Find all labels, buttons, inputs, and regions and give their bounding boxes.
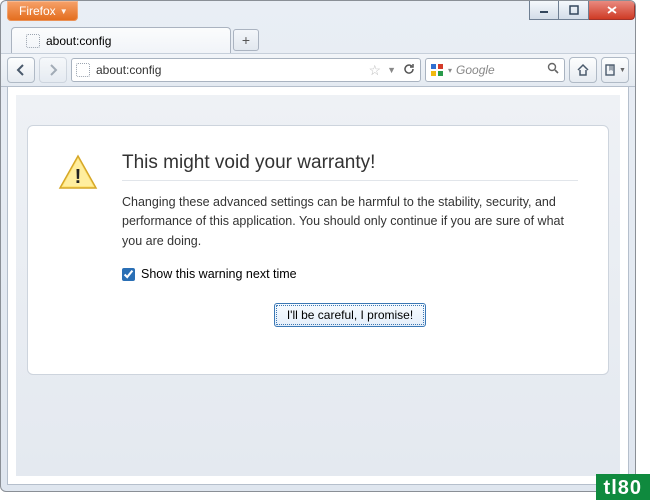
minimize-icon <box>539 5 549 15</box>
show-warning-label: Show this warning next time <box>141 267 297 281</box>
warning-title: This might void your warranty! <box>122 152 578 181</box>
show-warning-checkbox-row[interactable]: Show this warning next time <box>122 267 578 281</box>
back-button[interactable] <box>7 57 35 83</box>
warning-panel: ! This might void your warranty! Changin… <box>27 125 609 375</box>
minimize-button[interactable] <box>529 1 559 20</box>
app-menu-label: Firefox <box>19 4 56 18</box>
tab-title: about:config <box>46 34 111 48</box>
watermark: tl80 <box>596 474 650 500</box>
magnifier-icon <box>547 62 560 75</box>
forward-button[interactable] <box>39 57 67 83</box>
bookmarks-menu-button[interactable]: ▼ <box>601 57 629 83</box>
nav-toolbar: about:config ☆ ▼ ▾ Google <box>1 53 635 87</box>
home-icon <box>576 63 590 77</box>
chevron-down-icon: ▼ <box>60 7 68 16</box>
chevron-down-icon: ▼ <box>619 67 626 74</box>
page-icon <box>26 34 40 48</box>
browser-window: Firefox ▼ about:config + <box>0 0 636 492</box>
search-placeholder: Google <box>456 63 543 77</box>
content-area: ! This might void your warranty! Changin… <box>7 87 629 485</box>
arrow-left-icon <box>14 63 28 77</box>
content-background: ! This might void your warranty! Changin… <box>16 95 620 476</box>
search-engine-dropdown-icon[interactable]: ▾ <box>448 66 452 75</box>
reload-icon <box>402 62 416 76</box>
warning-text: Changing these advanced settings can be … <box>122 193 578 251</box>
tab-strip: about:config + <box>1 25 635 53</box>
svg-text:!: ! <box>75 166 82 188</box>
tab-active[interactable]: about:config <box>11 27 231 53</box>
close-button[interactable] <box>589 1 635 20</box>
warning-icon: ! <box>58 154 98 327</box>
bookmark-star-icon[interactable]: ☆ <box>369 62 382 79</box>
bookmarks-icon <box>604 63 618 77</box>
plus-icon: + <box>242 32 250 48</box>
url-bar[interactable]: about:config ☆ ▼ <box>71 58 421 82</box>
window-controls <box>529 1 635 20</box>
home-button[interactable] <box>569 57 597 83</box>
close-icon <box>606 5 618 15</box>
warning-body: This might void your warranty! Changing … <box>122 152 578 327</box>
app-menu-button[interactable]: Firefox ▼ <box>7 1 78 21</box>
url-text: about:config <box>96 63 363 77</box>
maximize-icon <box>569 5 579 15</box>
search-bar[interactable]: ▾ Google <box>425 58 565 82</box>
urlbar-dropdown-icon[interactable]: ▼ <box>387 65 396 75</box>
titlebar: Firefox ▼ <box>1 1 635 25</box>
arrow-right-icon <box>46 63 60 77</box>
new-tab-button[interactable]: + <box>233 29 259 51</box>
reload-button[interactable] <box>402 62 416 79</box>
site-identity-icon[interactable] <box>76 63 90 77</box>
maximize-button[interactable] <box>559 1 589 20</box>
google-icon <box>430 63 444 77</box>
show-warning-checkbox[interactable] <box>122 268 135 281</box>
continue-button[interactable]: I'll be careful, I promise! <box>274 303 426 327</box>
search-engine-icon[interactable] <box>430 63 444 77</box>
search-go-button[interactable] <box>547 62 560 78</box>
